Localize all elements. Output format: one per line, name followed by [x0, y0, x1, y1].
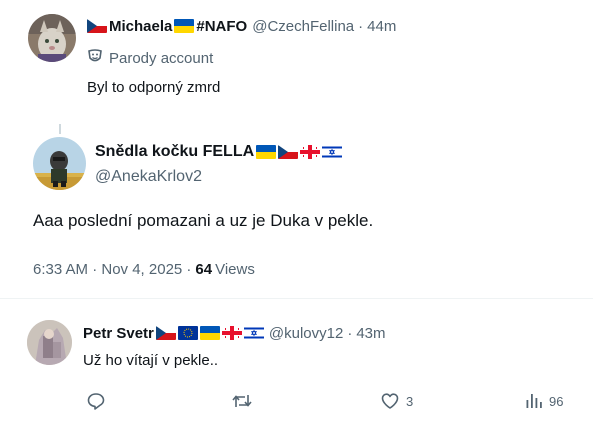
views-count: 96: [549, 393, 564, 409]
reply1-time[interactable]: 44m: [367, 18, 396, 35]
czech-flag-icon: [87, 19, 107, 33]
main-post-name-row: Snědla kočku FELLA: [95, 141, 344, 163]
reply2-handle[interactable]: @kulovy12: [269, 325, 343, 342]
reply2-text: Už ho vítají v pekle..: [83, 352, 219, 369]
czech-flag-icon: [155, 326, 176, 340]
reply2-separator: ·: [347, 324, 353, 342]
main-post-meta: 6:33 AM · Nov 4, 2025 · 64 Views: [33, 258, 255, 280]
analytics-icon: [526, 394, 542, 408]
main-post-text: Aaa poslední pomazani a uz je Duka v pek…: [33, 211, 374, 230]
parody-badge-label: Parody account: [109, 49, 214, 67]
views-button[interactable]: 96: [525, 391, 563, 411]
like-button[interactable]: 3: [380, 391, 413, 411]
ukraine-flag-icon: [256, 145, 277, 159]
eu-flag-icon: [177, 326, 198, 340]
georgia-flag-icon: [300, 145, 321, 159]
like-count: 3: [406, 393, 414, 409]
reply1-handle[interactable]: @CzechFellina: [252, 18, 354, 35]
reply2-display-name[interactable]: Petr Svetr: [83, 325, 154, 342]
parody-badge[interactable]: Parody account: [87, 48, 213, 68]
main-post-handle[interactable]: @AnekaKrlov2: [95, 168, 202, 186]
heart-icon: [381, 393, 399, 409]
repost-button[interactable]: [231, 391, 259, 411]
reply-button[interactable]: [86, 391, 112, 411]
reply2-time[interactable]: 43m: [356, 325, 385, 342]
main-post-views-count: 64: [195, 260, 213, 278]
reply1-name-suffix[interactable]: #NAFO: [196, 18, 247, 35]
avatar-petr-svetr[interactable]: [27, 320, 72, 365]
main-post-display-name[interactable]: Snědla kočku FELLA: [95, 143, 254, 161]
czech-flag-icon: [278, 145, 299, 159]
reply1-display-name[interactable]: Michaela: [109, 18, 172, 35]
reply2-header: Petr Svetr @kulovy12 · 43m: [83, 322, 386, 344]
avatar-michaela[interactable]: [28, 14, 76, 62]
divider: [0, 298, 593, 299]
main-post-timestamp[interactable]: 6:33 AM · Nov 4, 2025 ·: [33, 261, 191, 278]
parody-mask-icon: [87, 48, 103, 69]
reply-icon: [87, 393, 105, 410]
avatar-anekakrlov[interactable]: [33, 137, 86, 190]
thread-connector: [59, 124, 61, 134]
reply1-separator: ·: [358, 17, 364, 35]
ukraine-flag-icon: [199, 326, 220, 340]
main-post-views-label: Views: [215, 260, 255, 278]
israel-flag-icon: [322, 145, 343, 159]
reply1-header: Michaela #NAFO @CzechFellina · 44m: [87, 15, 396, 37]
ukraine-flag-icon: [174, 19, 195, 33]
repost-icon: [232, 395, 252, 407]
georgia-flag-icon: [221, 326, 242, 340]
israel-flag-icon: [243, 326, 264, 340]
reply1-text: Byl to odporný zmrd: [87, 79, 221, 96]
